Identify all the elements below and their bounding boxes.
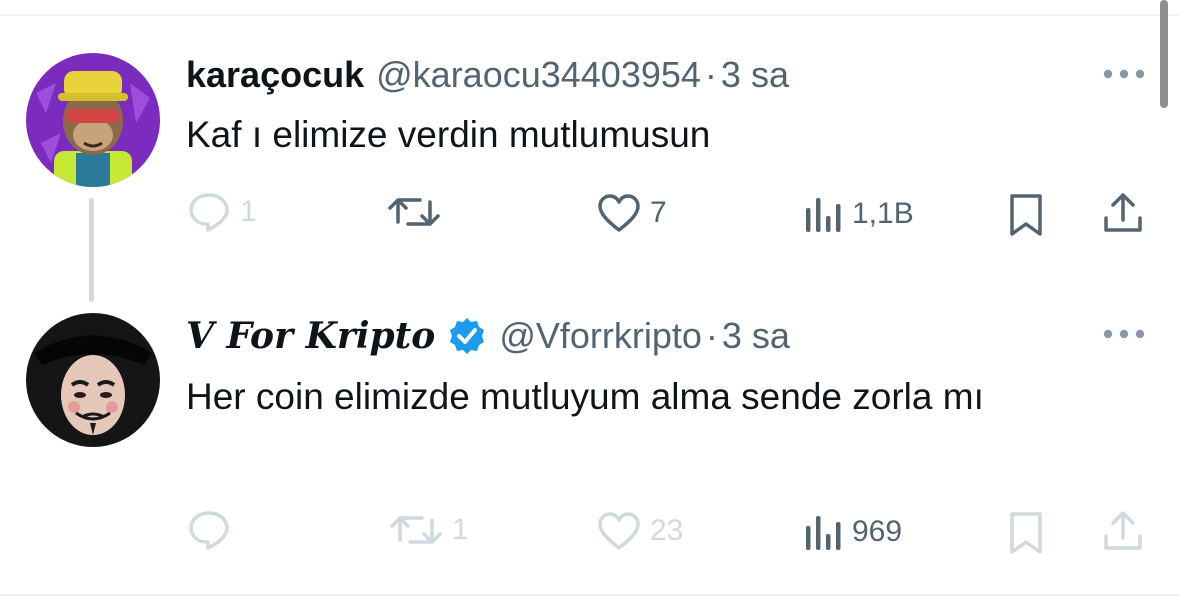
top-divider <box>0 14 1179 16</box>
retweet-button[interactable]: 1 <box>388 510 469 550</box>
like-count: 23 <box>650 514 684 547</box>
timestamp[interactable]: 3 sa <box>721 54 789 96</box>
reply-count: 1 <box>240 195 257 228</box>
retweet-icon <box>390 516 442 544</box>
analytics-bar-icon <box>806 198 841 232</box>
like-button[interactable]: 7 <box>596 192 667 234</box>
views-button[interactable]: 969 <box>804 512 902 552</box>
like-count: 7 <box>650 196 667 229</box>
verified-badge-icon[interactable] <box>447 316 487 356</box>
author-name[interactable]: karaçocuk <box>186 54 364 96</box>
like-button[interactable]: 23 <box>596 510 683 552</box>
bookmark-icon <box>1010 512 1042 554</box>
tweet-text: Kaf ı elimize verdin mutlumusun <box>186 114 711 155</box>
avatar[interactable] <box>26 53 160 187</box>
scrollbar[interactable] <box>1160 0 1168 108</box>
bottom-divider <box>0 594 1179 596</box>
reply-button[interactable]: 1 <box>186 190 257 234</box>
heart-icon <box>598 512 640 550</box>
bookmark-button[interactable] <box>1006 192 1046 238</box>
reply-icon <box>189 511 229 550</box>
author-handle[interactable]: @Vforrkripto <box>499 315 702 357</box>
more-options-icon[interactable] <box>1102 64 1146 84</box>
views-button[interactable]: 1,1B <box>804 194 914 234</box>
share-icon <box>1104 511 1142 550</box>
guy-fawkes-mask-avatar-icon <box>26 313 160 447</box>
separator-dot: · <box>705 315 718 356</box>
share-button[interactable] <box>1100 190 1146 236</box>
retweet-icon <box>388 198 440 226</box>
author-handle[interactable]: @karaocu34403954 <box>376 54 701 96</box>
reply-icon <box>189 193 229 232</box>
retweet-count: 1 <box>452 513 469 546</box>
view-count: 1,1B <box>852 197 914 230</box>
separator-dot: · <box>704 54 717 95</box>
heart-icon <box>598 194 640 232</box>
reply-button[interactable] <box>186 508 240 552</box>
share-button[interactable] <box>1100 508 1146 554</box>
bookmark-icon <box>1010 194 1042 236</box>
retweet-button[interactable] <box>386 192 450 232</box>
author-name[interactable]: V For Kripto <box>186 315 435 357</box>
view-count: 969 <box>852 515 903 548</box>
cartoon-ape-avatar-icon <box>26 53 160 187</box>
share-icon <box>1104 193 1142 232</box>
analytics-bar-icon <box>806 516 841 550</box>
thread-connector-line <box>89 198 94 302</box>
avatar[interactable] <box>26 313 160 447</box>
tweet-text: Her coin elimizde mutluyum alma sende zo… <box>186 376 984 417</box>
bookmark-button[interactable] <box>1006 510 1046 556</box>
timestamp[interactable]: 3 sa <box>722 315 790 357</box>
more-options-icon[interactable] <box>1102 324 1146 344</box>
